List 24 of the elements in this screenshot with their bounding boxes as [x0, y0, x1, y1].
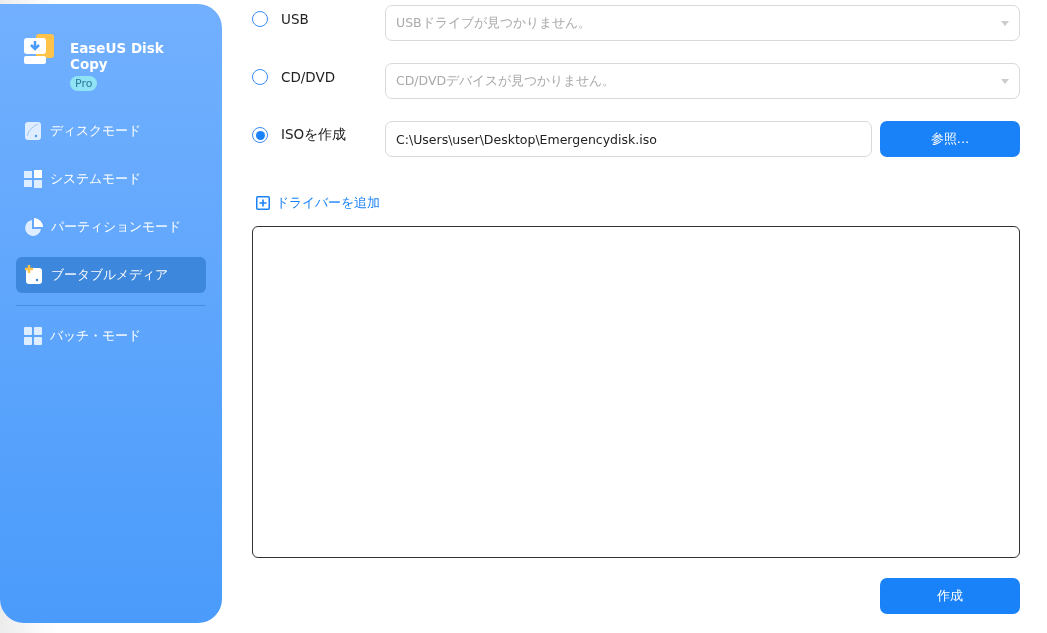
option-label: USB: [281, 11, 310, 27]
browse-button[interactable]: 参照...: [880, 121, 1020, 157]
edition-badge: Pro: [70, 76, 98, 91]
create-button[interactable]: 作成: [880, 578, 1020, 614]
sidebar-item[interactable]: パーティションモード: [16, 209, 206, 245]
sidebar-item[interactable]: ブータブルメディア: [16, 257, 206, 293]
media-icon: [24, 265, 43, 285]
caret-icon: [1001, 20, 1009, 26]
sidebar-item[interactable]: システムモード: [16, 161, 206, 197]
sidebar-item[interactable]: バッチ・モード: [16, 318, 206, 354]
app-logo-icon: [22, 32, 56, 66]
device-dropdown[interactable]: USBドライブが見つかりません。: [385, 5, 1020, 41]
path-field[interactable]: C:\Users\user\Desktop\Emergencydisk.iso: [385, 121, 872, 157]
add-driver-link[interactable]: ドライバーを追加: [276, 194, 380, 212]
caret-icon: [1001, 78, 1009, 84]
plus-box-icon[interactable]: [256, 196, 270, 210]
option-label: ISOを作成: [281, 126, 348, 144]
sidebar-item[interactable]: ディスクモード: [16, 113, 206, 149]
device-dropdown[interactable]: CD/DVDデバイスが見つかりません。: [385, 63, 1020, 99]
pie-chart-icon: [24, 217, 43, 237]
grid-icon: [24, 327, 42, 345]
app-title: EaseUS Disk Copy: [70, 40, 165, 72]
option-label: CD/DVD: [281, 69, 337, 85]
windows-icon: [24, 170, 42, 188]
